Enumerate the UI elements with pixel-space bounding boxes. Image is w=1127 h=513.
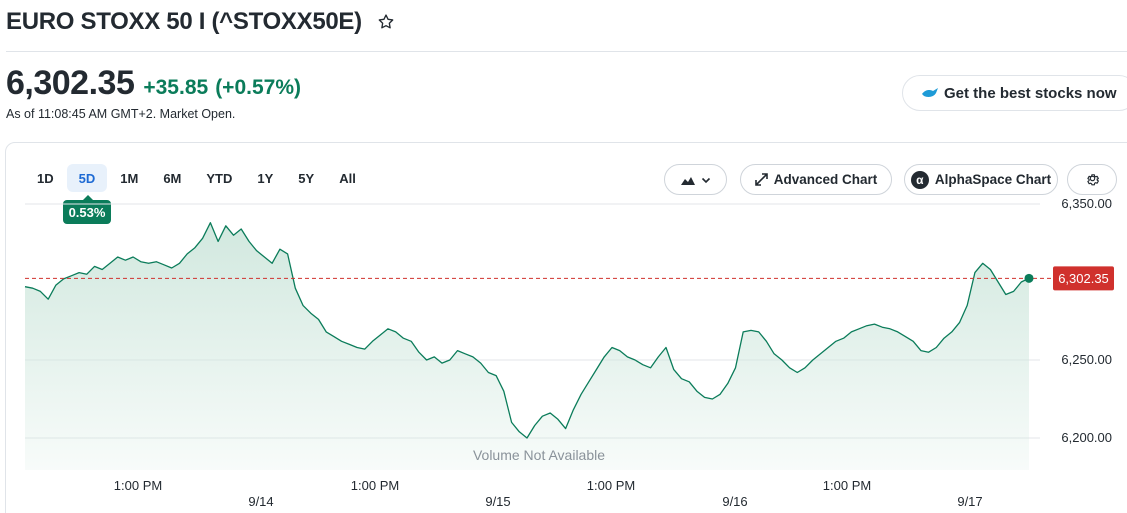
x-tick-label: 9/17: [957, 494, 982, 509]
price-chart[interactable]: 6,350.00 6,250.00 6,200.00 6,302.35 1:00 PM…: [0, 0, 1127, 513]
x-tick-label: 1:00 PM: [823, 478, 871, 493]
current-price-badge-label: 6,302.35: [1058, 271, 1109, 286]
volume-not-available: Volume Not Available: [473, 447, 605, 463]
x-tick-label: 1:00 PM: [351, 478, 399, 493]
y-tick-label: 6,200.00: [1061, 430, 1112, 445]
x-tick-label: 9/14: [248, 494, 273, 509]
price-area: [25, 222, 1029, 470]
y-tick-label: 6,250.00: [1061, 352, 1112, 367]
x-tick-label: 9/16: [722, 494, 747, 509]
x-tick-label: 1:00 PM: [587, 478, 635, 493]
current-price-dot: [1024, 273, 1034, 283]
x-tick-label: 1:00 PM: [114, 478, 162, 493]
x-tick-label: 9/15: [485, 494, 510, 509]
y-tick-label: 6,350.00: [1061, 196, 1112, 211]
